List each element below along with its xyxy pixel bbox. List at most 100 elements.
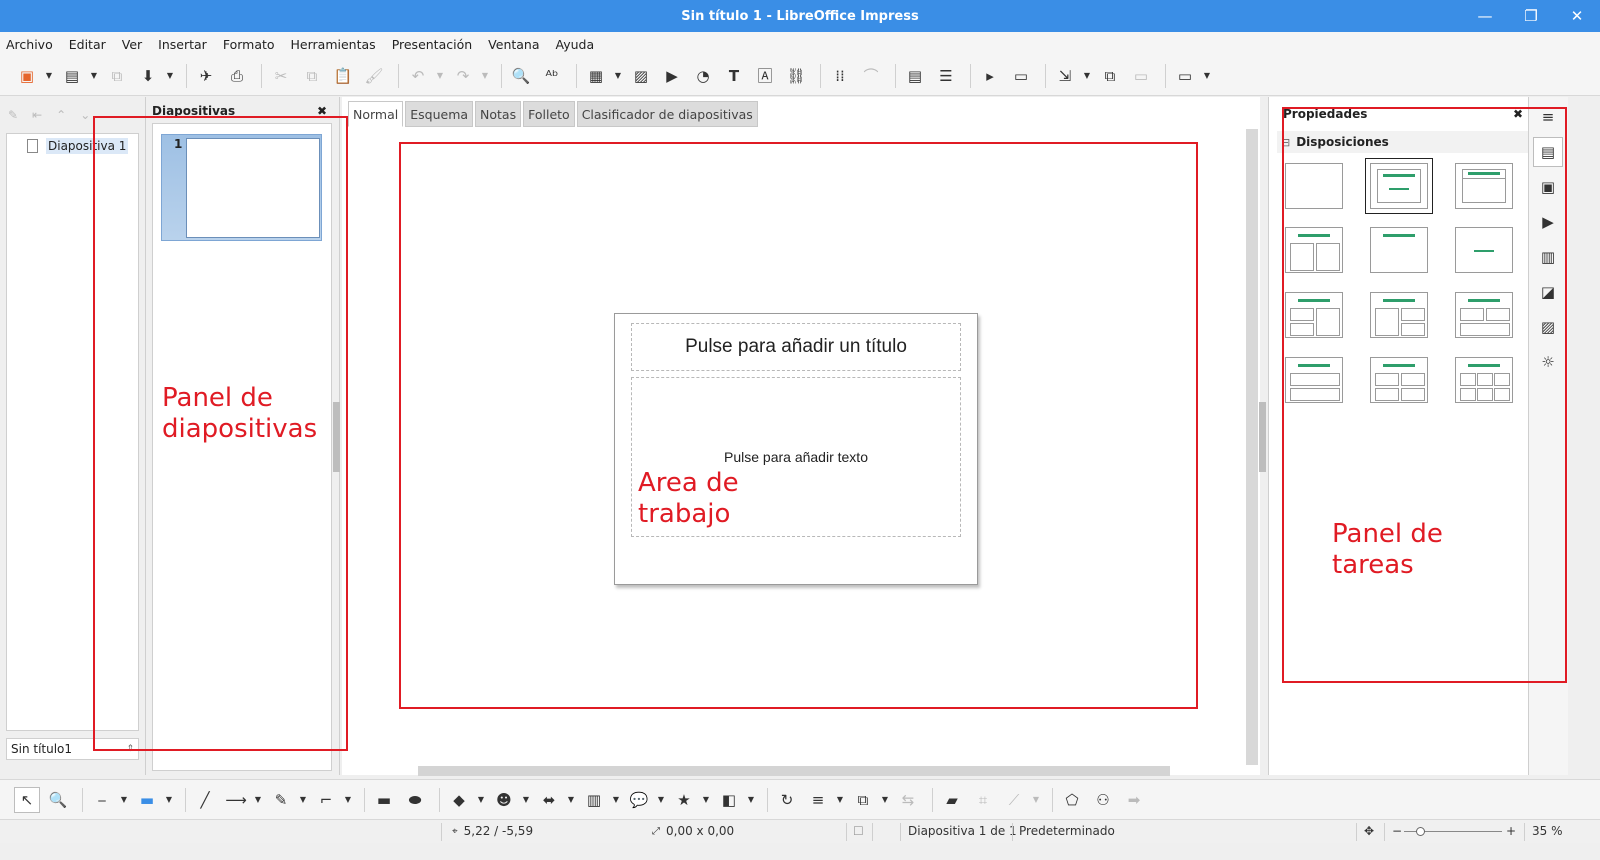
toggle-extrusion-icon[interactable]: ➡ bbox=[1121, 787, 1147, 813]
redo-dropdown-icon[interactable]: ▼ bbox=[481, 63, 489, 89]
duplicate-slide-icon[interactable]: ⧉ bbox=[1097, 63, 1123, 89]
fill-color-dropdown-icon[interactable]: ▼ bbox=[165, 787, 173, 813]
zoom-in-icon[interactable]: + bbox=[1506, 824, 1516, 838]
pen-icon[interactable]: ✎ bbox=[8, 108, 18, 122]
basic-shapes-dropdown-icon[interactable]: ▼ bbox=[477, 787, 485, 813]
line-icon[interactable]: ╱ bbox=[192, 787, 218, 813]
arrange-icon[interactable]: ⧉ bbox=[850, 787, 876, 813]
points-icon[interactable]: ⬠ bbox=[1059, 787, 1085, 813]
line-color-dropdown-icon[interactable]: ▼ bbox=[120, 787, 128, 813]
align-dropdown-icon[interactable]: ▼ bbox=[836, 787, 844, 813]
block-arrows-dropdown-icon[interactable]: ▼ bbox=[567, 787, 575, 813]
symbol-shapes-dropdown-icon[interactable]: ▼ bbox=[522, 787, 530, 813]
stars-dropdown-icon[interactable]: ▼ bbox=[702, 787, 710, 813]
outline-icon[interactable]: ☰ bbox=[933, 63, 959, 89]
menu-insertar[interactable]: Insertar bbox=[158, 37, 207, 52]
table-dropdown-icon[interactable]: ▼ bbox=[614, 63, 622, 89]
templates-icon[interactable]: ⧉ bbox=[104, 63, 130, 89]
connector-icon[interactable]: ⌐ bbox=[313, 787, 339, 813]
fit-slide-icon[interactable]: ✥ bbox=[1364, 824, 1374, 838]
chart-icon[interactable]: ◔ bbox=[690, 63, 716, 89]
menu-formato[interactable]: Formato bbox=[223, 37, 275, 52]
zoom-slider-thumb[interactable] bbox=[1416, 827, 1425, 836]
tab-normal[interactable]: Normal bbox=[348, 101, 404, 127]
vertical-scrollbar[interactable] bbox=[1246, 129, 1258, 765]
rectangle-icon[interactable]: ▬ bbox=[371, 787, 397, 813]
flowchart-icon[interactable]: ▥ bbox=[581, 787, 607, 813]
menu-ayuda[interactable]: Ayuda bbox=[556, 37, 595, 52]
table-icon[interactable]: ▦ bbox=[583, 63, 609, 89]
new-dropdown-icon[interactable]: ▼ bbox=[45, 63, 53, 89]
stars-icon[interactable]: ★ bbox=[671, 787, 697, 813]
ellipse-icon[interactable]: ⬬ bbox=[402, 787, 428, 813]
menu-presentacion[interactable]: Presentación bbox=[392, 37, 472, 52]
shadow-icon[interactable]: ▰ bbox=[939, 787, 965, 813]
copy-icon[interactable]: ⧉ bbox=[299, 63, 325, 89]
minimize-button[interactable]: — bbox=[1462, 0, 1508, 32]
align-icon[interactable]: ≡ bbox=[805, 787, 831, 813]
open-icon[interactable]: ▤ bbox=[59, 63, 85, 89]
new-slide-dropdown-icon[interactable]: ▼ bbox=[1083, 63, 1091, 89]
line-color-icon[interactable]: ⎯ bbox=[89, 787, 115, 813]
grid-icon[interactable]: ⁞⁞ bbox=[827, 63, 853, 89]
media-icon[interactable]: ▶ bbox=[659, 63, 685, 89]
slide-layout-icon[interactable]: ▭ bbox=[1172, 63, 1198, 89]
block-arrows-icon[interactable]: ⬌ bbox=[536, 787, 562, 813]
menu-ventana[interactable]: Ventana bbox=[488, 37, 539, 52]
menu-archivo[interactable]: Archivo bbox=[6, 37, 53, 52]
export-pdf-icon[interactable]: ✈ bbox=[193, 63, 219, 89]
close-button[interactable]: ✕ bbox=[1554, 0, 1600, 32]
save-icon[interactable]: ⬇ bbox=[135, 63, 161, 89]
cut-icon[interactable]: ✂ bbox=[268, 63, 294, 89]
new-slide-icon[interactable]: ⇲ bbox=[1052, 63, 1078, 89]
spelling-icon[interactable]: ᴬᵇ bbox=[539, 63, 565, 89]
sidebar-grip[interactable] bbox=[1259, 402, 1266, 472]
next-slide-icon[interactable]: ⌄ bbox=[80, 108, 90, 122]
status-zoom[interactable]: 35 % bbox=[1532, 824, 1563, 838]
redo-icon[interactable]: ↷ bbox=[450, 63, 476, 89]
select-icon[interactable]: ↖ bbox=[14, 786, 40, 813]
menu-herramientas[interactable]: Herramientas bbox=[291, 37, 376, 52]
helplines-icon[interactable]: ⌒ bbox=[858, 63, 884, 89]
curve-icon[interactable]: ✎ bbox=[268, 787, 294, 813]
zoom-pan-icon[interactable]: 🔍 bbox=[45, 787, 71, 813]
crop-icon[interactable]: ⌗ bbox=[970, 787, 996, 813]
flowchart-dropdown-icon[interactable]: ▼ bbox=[612, 787, 620, 813]
master-slide-icon[interactable]: ▤ bbox=[902, 63, 928, 89]
glue-points-icon[interactable]: ⚇ bbox=[1090, 787, 1116, 813]
curve-dropdown-icon[interactable]: ▼ bbox=[299, 787, 307, 813]
hyperlink-icon[interactable]: ⛓ bbox=[783, 63, 809, 89]
3d-objects-icon[interactable]: ◧ bbox=[716, 787, 742, 813]
menu-ver[interactable]: Ver bbox=[122, 37, 142, 52]
arrow-line-icon[interactable]: ⟶ bbox=[223, 787, 249, 813]
distribute-icon[interactable]: ⇆ bbox=[895, 787, 921, 813]
delete-slide-icon[interactable]: ▭ bbox=[1128, 63, 1154, 89]
maximize-button[interactable]: ❐ bbox=[1508, 0, 1554, 32]
first-slide-icon[interactable]: ⇤ bbox=[32, 108, 42, 122]
document-modified-icon[interactable]: ☐ bbox=[853, 824, 864, 838]
fontwork-icon[interactable]: 🄰 bbox=[752, 63, 778, 89]
undo-icon[interactable]: ↶ bbox=[405, 63, 431, 89]
tab-notas[interactable]: Notas bbox=[475, 101, 522, 127]
tab-esquema[interactable]: Esquema bbox=[405, 101, 474, 127]
new-presentation-icon[interactable]: ▣ bbox=[14, 63, 40, 89]
rotate-icon[interactable]: ↻ bbox=[774, 787, 800, 813]
paste-icon[interactable]: 📋 bbox=[330, 63, 356, 89]
arrange-dropdown-icon[interactable]: ▼ bbox=[881, 787, 889, 813]
print-icon[interactable]: ⎙ bbox=[224, 63, 250, 89]
tab-clasificador[interactable]: Clasificador de diapositivas bbox=[576, 101, 758, 127]
filter-dropdown-icon[interactable]: ▼ bbox=[1032, 787, 1040, 813]
textbox-icon[interactable]: T bbox=[721, 63, 747, 89]
open-dropdown-icon[interactable]: ▼ bbox=[90, 63, 98, 89]
clone-format-icon[interactable]: 🖌 bbox=[361, 63, 387, 89]
basic-shapes-icon[interactable]: ◆ bbox=[446, 787, 472, 813]
undo-dropdown-icon[interactable]: ▼ bbox=[436, 63, 444, 89]
image-icon[interactable]: ▨ bbox=[628, 63, 654, 89]
start-first-slide-icon[interactable]: ▸ bbox=[977, 63, 1003, 89]
connector-dropdown-icon[interactable]: ▼ bbox=[344, 787, 352, 813]
find-replace-icon[interactable]: 🔍 bbox=[508, 63, 534, 89]
menu-editar[interactable]: Editar bbox=[69, 37, 106, 52]
start-current-slide-icon[interactable]: ▭ bbox=[1008, 63, 1034, 89]
3d-objects-dropdown-icon[interactable]: ▼ bbox=[747, 787, 755, 813]
previous-slide-icon[interactable]: ⌃ bbox=[56, 108, 66, 122]
